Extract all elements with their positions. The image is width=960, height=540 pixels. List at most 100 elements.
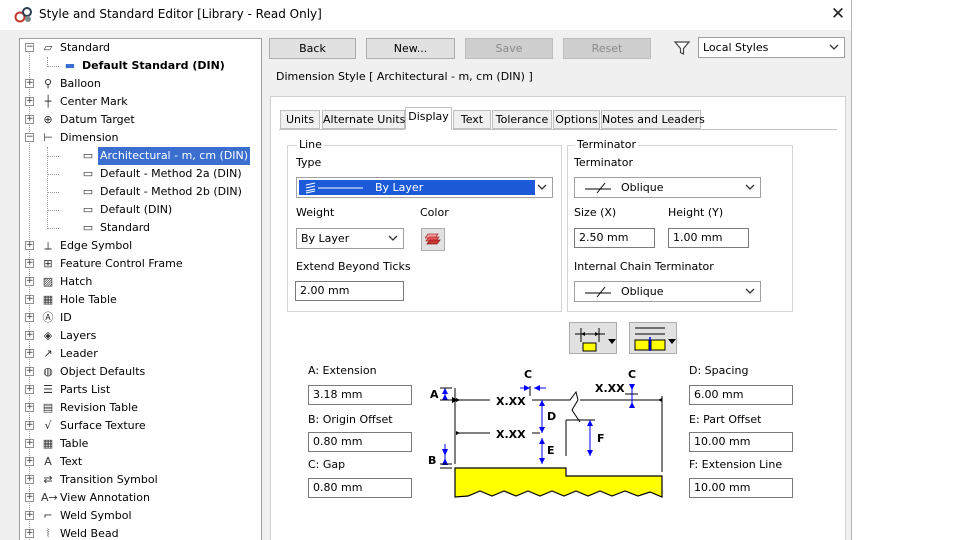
surface-texture-icon: √ <box>44 419 52 432</box>
line-weight-select[interactable]: By Layer <box>296 228 404 249</box>
expand-icon[interactable]: + <box>25 475 34 484</box>
expand-icon[interactable]: + <box>25 439 34 448</box>
extension-line-option-2-button[interactable] <box>629 322 677 354</box>
leader-icon: ↗ <box>43 347 53 360</box>
tab-notes-and-leaders[interactable]: Notes and Leaders <box>601 110 705 129</box>
tree-item-label: Table <box>60 437 89 450</box>
expand-icon[interactable]: + <box>25 313 34 322</box>
expand-icon[interactable]: + <box>25 331 34 340</box>
diagram-label-e: E <box>547 444 555 457</box>
tree-item[interactable]: ▭ Architectural - m, cm (DIN) <box>20 147 260 165</box>
tree-item[interactable]: + ⇄ Transition Symbol <box>20 471 260 489</box>
style-tree[interactable]: − ▱ Standard ▬ Default Standard (DIN) + ⚲ Ballo… <box>19 38 262 540</box>
expand-icon[interactable]: + <box>25 511 34 520</box>
a-extension-field[interactable]: 3.18 mm <box>308 385 412 405</box>
tab-units[interactable]: Units <box>280 110 320 129</box>
expand-icon[interactable]: + <box>25 367 34 376</box>
expand-icon[interactable]: + <box>25 421 34 430</box>
style-filter-select[interactable]: Local Styles <box>698 37 845 58</box>
expand-icon[interactable]: + <box>25 277 34 286</box>
size-x-field[interactable]: 2.50 mm <box>574 228 655 248</box>
tree-item-label: ID <box>60 311 72 324</box>
collapse-icon[interactable]: − <box>25 43 34 52</box>
c-gap-field[interactable]: 0.80 mm <box>308 478 412 498</box>
back-button[interactable]: Back <box>269 38 356 59</box>
expand-icon[interactable]: + <box>25 493 34 502</box>
tree-item[interactable]: + ⟂ Edge Symbol <box>20 237 260 255</box>
tree-item[interactable]: + ▦ Hole Table <box>20 291 260 309</box>
collapse-icon[interactable]: − <box>25 133 34 142</box>
d-spacing-field[interactable]: 6.00 mm <box>689 385 793 405</box>
tree-item[interactable]: + ┼ Center Mark <box>20 93 260 111</box>
tree-item[interactable]: + ▨ Hatch <box>20 273 260 291</box>
save-button[interactable]: Save <box>465 38 553 59</box>
tab-tolerance[interactable]: Tolerance <box>492 110 552 129</box>
f-extension-line-field[interactable]: 10.00 mm <box>689 478 793 498</box>
tree-item[interactable]: + ⚲ Balloon <box>20 75 260 93</box>
filter-icon[interactable] <box>673 39 691 57</box>
tree-item[interactable]: + Ⓐ ID <box>20 309 260 327</box>
tree-item[interactable]: − ▱ Standard <box>20 39 260 57</box>
e-part-offset-field[interactable]: 10.00 mm <box>689 432 793 452</box>
tree-item[interactable]: ▬ Default Standard (DIN) <box>20 57 260 75</box>
tree-item-label: Transition Symbol <box>60 473 158 486</box>
extension-line-option-1-button[interactable] <box>569 322 617 354</box>
extend-beyond-ticks-field[interactable]: 2.00 mm <box>295 281 404 301</box>
tab-options[interactable]: Options <box>553 110 600 129</box>
tree-item[interactable]: − ⊢ Dimension <box>20 129 260 147</box>
tab-text[interactable]: Text <box>453 110 491 129</box>
tab-alternate-units[interactable]: Alternate Units <box>322 110 405 129</box>
new-button[interactable]: New... <box>366 38 455 59</box>
tree-item[interactable]: + √ Surface Texture <box>20 417 260 435</box>
app-icon <box>14 6 34 24</box>
expand-icon[interactable]: + <box>25 385 34 394</box>
transition-symbol-icon: ⇄ <box>43 473 53 486</box>
internal-chain-terminator-select[interactable]: Oblique <box>574 281 761 302</box>
tree-item[interactable]: + ▤ Revision Table <box>20 399 260 417</box>
weld-symbol-icon: ⌐ <box>43 509 53 522</box>
tree-item[interactable]: + ↗ Leader <box>20 345 260 363</box>
tree-item[interactable]: + ⊕ Datum Target <box>20 111 260 129</box>
style-filter-value: Local Styles <box>703 41 769 54</box>
tree-item[interactable]: ▭ Standard <box>20 219 260 237</box>
tree-item[interactable]: + ▦ Table <box>20 435 260 453</box>
tab-display[interactable]: Display <box>405 107 452 130</box>
tree-item[interactable]: + ⌐ Weld Symbol <box>20 507 260 525</box>
tree-item[interactable]: + ⦚ Weld Bead <box>20 525 260 540</box>
tree-item[interactable]: ▭ Default - Method 2a (DIN) <box>20 165 260 183</box>
expand-icon[interactable]: + <box>25 79 34 88</box>
tree-item[interactable]: + A→ View Annotation <box>20 489 260 507</box>
expand-icon[interactable]: + <box>25 349 34 358</box>
height-y-field[interactable]: 1.00 mm <box>668 228 749 248</box>
expand-icon[interactable]: + <box>25 457 34 466</box>
color-picker-button[interactable] <box>421 228 445 251</box>
terminator-group-title: Terminator <box>575 138 638 151</box>
tree-item[interactable]: + ◈ Layers <box>20 327 260 345</box>
expand-icon[interactable]: + <box>25 259 34 268</box>
expand-icon[interactable]: + <box>25 97 34 106</box>
diagram-xx-top: X.XX <box>496 395 526 408</box>
part-profile <box>454 467 663 498</box>
tree-item[interactable]: ▭ Default (DIN) <box>20 201 260 219</box>
tree-item-label: Parts List <box>60 383 111 396</box>
tree-item[interactable]: ▭ Default - Method 2b (DIN) <box>20 183 260 201</box>
reset-button[interactable]: Reset <box>563 38 651 59</box>
line-type-select[interactable]: By Layer <box>296 177 553 198</box>
tree-item[interactable]: + A Text <box>20 453 260 471</box>
tree-item[interactable]: + ⊞ Feature Control Frame <box>20 255 260 273</box>
expand-icon[interactable]: + <box>25 295 34 304</box>
diagram-label-c-right: C <box>628 368 636 381</box>
tree-item[interactable]: + ☰ Parts List <box>20 381 260 399</box>
tree-item[interactable]: + ◍ Object Defaults <box>20 363 260 381</box>
expand-icon[interactable]: + <box>25 241 34 250</box>
terminator-select[interactable]: Oblique <box>574 177 761 198</box>
expand-icon[interactable]: + <box>25 403 34 412</box>
c-gap-label: C: Gap <box>308 458 346 471</box>
expand-icon[interactable]: + <box>25 529 34 538</box>
hole-table-icon: ▦ <box>42 293 54 306</box>
datum-target-icon: ⊕ <box>43 113 53 126</box>
expand-icon[interactable]: + <box>25 115 34 124</box>
b-origin-offset-field[interactable]: 0.80 mm <box>308 432 412 452</box>
close-icon[interactable]: ✕ <box>826 3 850 25</box>
type-label: Type <box>296 156 322 169</box>
